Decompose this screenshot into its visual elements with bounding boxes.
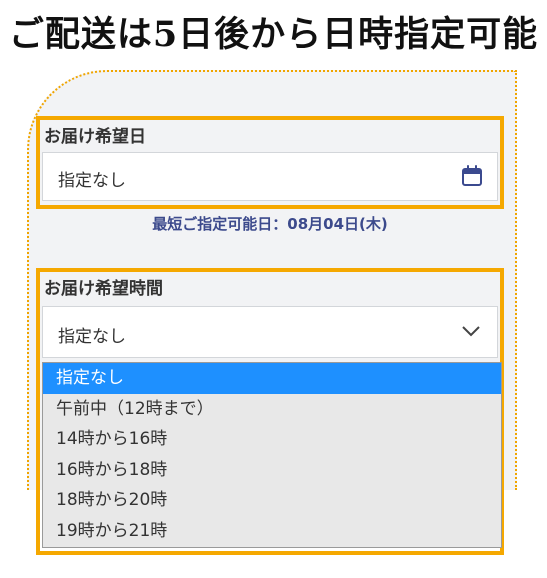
delivery-date-section: お届け希望日 指定なし [36, 116, 504, 209]
delivery-time-label: お届け希望時間 [44, 279, 163, 299]
time-option[interactable]: 14時から16時 [43, 424, 501, 455]
delivery-date-input[interactable]: 指定なし [42, 152, 498, 201]
delivery-date-label: お届け希望日 [44, 127, 146, 147]
delivery-date-value: 指定なし [58, 171, 126, 191]
time-option[interactable]: 指定なし [43, 363, 501, 394]
earliest-date-note: 最短ご指定可能日：08月04日(木) [152, 215, 388, 233]
time-option[interactable]: 19時から21時 [43, 516, 501, 547]
time-option[interactable]: 午前中（12時まで） [43, 394, 501, 425]
calendar-icon[interactable] [461, 165, 483, 187]
chevron-down-icon[interactable] [461, 324, 481, 338]
delivery-time-section: お届け希望時間 指定なし 指定なし 午前中（12時まで） 14時から16時 16… [36, 268, 504, 555]
time-option[interactable]: 16時から18時 [43, 455, 501, 486]
headline: ご配送は5日後から日時指定可能 [8, 14, 539, 55]
delivery-time-value: 指定なし [58, 327, 126, 347]
delivery-time-options: 指定なし 午前中（12時まで） 14時から16時 16時から18時 18時から2… [42, 362, 502, 548]
time-option[interactable]: 18時から20時 [43, 485, 501, 516]
delivery-time-select[interactable]: 指定なし [42, 306, 498, 358]
